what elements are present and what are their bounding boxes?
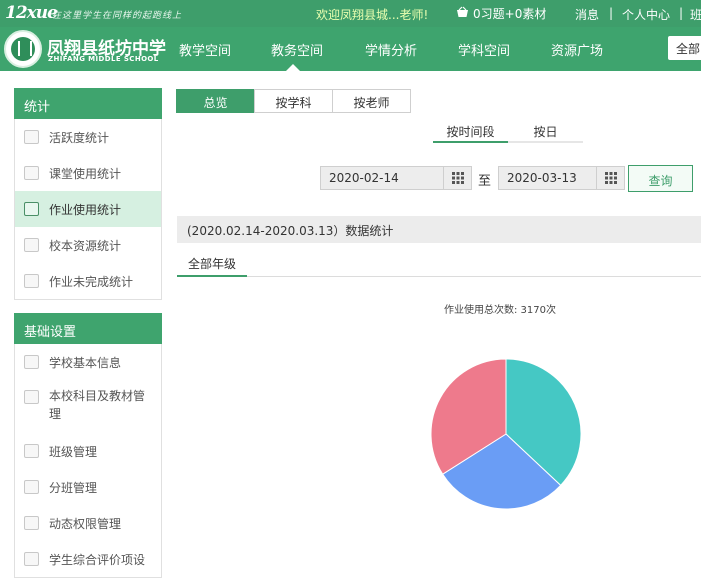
school-icon [24,355,39,369]
sidebar-item-label: 学生综合评价项设 [49,553,146,567]
activity-icon [24,130,39,144]
active-nav-indicator [286,64,300,71]
school-english-name: ZHIFANG MIDDLE SCHOOL [48,55,159,63]
homework-icon [24,202,39,216]
tab-by-teacher[interactable]: 按老师 [332,89,411,113]
classroom-icon [24,166,39,180]
tab-overview[interactable]: 总览 [176,89,255,113]
nav-learning-analysis[interactable]: 学情分析 [365,40,417,59]
site-slogan: 在这里学生在同样的起跑线上 [52,11,183,21]
book-icon [24,274,39,288]
clock-icon [24,480,39,494]
sidebar-item-label: 校本资源统计 [49,239,122,253]
cart-label: 0习题+0素材 [473,7,547,21]
shield-icon [24,516,39,530]
nav-resource-square[interactable]: 资源广场 [551,40,603,59]
sidebar-item-label: 作业未完成统计 [49,275,134,289]
end-date-field[interactable]: 2020-03-13 [498,166,625,190]
sidebar-item-evaluation[interactable]: 学生综合评价项设 [15,541,161,577]
sidebar-stats-list: 活跃度统计 课堂使用统计 作业使用统计 校本资源统计 作业未完成统计 [14,119,162,300]
sidebar-section-stats: 统计 [14,88,162,119]
books-icon [24,390,39,404]
sidebar-item-label: 学校基本信息 [49,356,122,370]
divider: | [609,6,614,20]
sidebar-item-subjects[interactable]: 本校科目及教材管理 [15,380,161,433]
sidebar-section-settings: 基础设置 [14,313,162,344]
class-link[interactable]: 班 [690,6,701,23]
main-nav: 凤翔县纸坊中学 ZHIFANG MIDDLE SCHOOL 教学空间 教务空间 … [0,27,701,71]
sidebar-settings-list: 学校基本信息 本校科目及教材管理 班级管理 分班管理 动态权限管理 学生综合评价… [14,344,162,578]
grade-tabs: 全部年级 [177,250,701,277]
sidebar-item-label: 作业使用统计 [49,203,122,217]
sidebar-item-label: 课堂使用统计 [49,167,122,181]
cart-link[interactable]: 0习题+0素材 [456,5,546,22]
sidebar-item-label: 动态权限管理 [49,517,122,531]
sidebar-item-label: 活跃度统计 [49,131,110,145]
date-range-separator: 至 [478,174,492,189]
tab-by-subject[interactable]: 按学科 [254,89,333,113]
end-date-value: 2020-03-13 [507,171,577,185]
sidebar: 统计 活跃度统计 课堂使用统计 作业使用统计 校本资源统计 作业未完成统计 基础… [14,88,162,578]
welcome-text: 欢迎凤翔县城...老师! [316,8,429,22]
sidebar-item-school-info[interactable]: 学校基本信息 [15,344,161,380]
stats-title-bar: (2020.02.14-2020.03.13）数据统计 [177,216,701,243]
nav-academic-space[interactable]: 教务空间 [271,40,323,59]
calendar-icon[interactable] [596,167,624,189]
homework-total-label: 作业使用总次数: 3170次 [444,305,556,316]
sidebar-item-label: 本校科目及教材管理 [49,389,146,421]
query-button[interactable]: 查询 [628,165,693,192]
document-icon [24,552,39,566]
site-logo[interactable]: 12xue [5,3,58,23]
sidebar-item-unfinished-stats[interactable]: 作业未完成统计 [15,263,161,299]
homework-pie-chart[interactable] [430,358,582,510]
sidebar-item-label: 班级管理 [49,445,98,459]
period-tabs: 按时间段 按日 [433,121,583,143]
class-icon [24,444,39,458]
start-date-value: 2020-02-14 [329,171,399,185]
tab-all-grades[interactable]: 全部年级 [177,250,247,277]
top-bar: 12xue 在这里学生在同样的起跑线上 欢迎凤翔县城...老师! 0习题+0素材… [0,0,701,27]
sidebar-item-classroom-stats[interactable]: 课堂使用统计 [15,155,161,191]
sidebar-item-class-division[interactable]: 分班管理 [15,469,161,505]
scope-select[interactable]: 全部 [668,36,701,60]
user-center-link[interactable]: 个人中心 [622,6,670,23]
divider: | [679,6,684,20]
messages-link[interactable]: 消息 [575,6,599,23]
nav-subject-space[interactable]: 学科空间 [458,40,510,59]
start-date-field[interactable]: 2020-02-14 [320,166,472,190]
calendar-icon[interactable] [443,167,471,189]
school-emblem-icon[interactable] [4,30,42,68]
sidebar-item-class-management[interactable]: 班级管理 [15,433,161,469]
tab-by-period[interactable]: 按时间段 [433,121,508,143]
sidebar-item-activity-stats[interactable]: 活跃度统计 [15,119,161,155]
basket-icon [456,6,473,21]
sidebar-item-homework-stats[interactable]: 作业使用统计 [15,191,161,227]
view-tabs: 总览 按学科 按老师 [176,89,411,113]
bar-chart-icon [24,238,39,252]
sidebar-item-label: 分班管理 [49,481,98,495]
tab-by-day[interactable]: 按日 [508,121,583,143]
sidebar-item-resource-stats[interactable]: 校本资源统计 [15,227,161,263]
sidebar-item-permissions[interactable]: 动态权限管理 [15,505,161,541]
nav-teaching-space[interactable]: 教学空间 [179,40,231,59]
